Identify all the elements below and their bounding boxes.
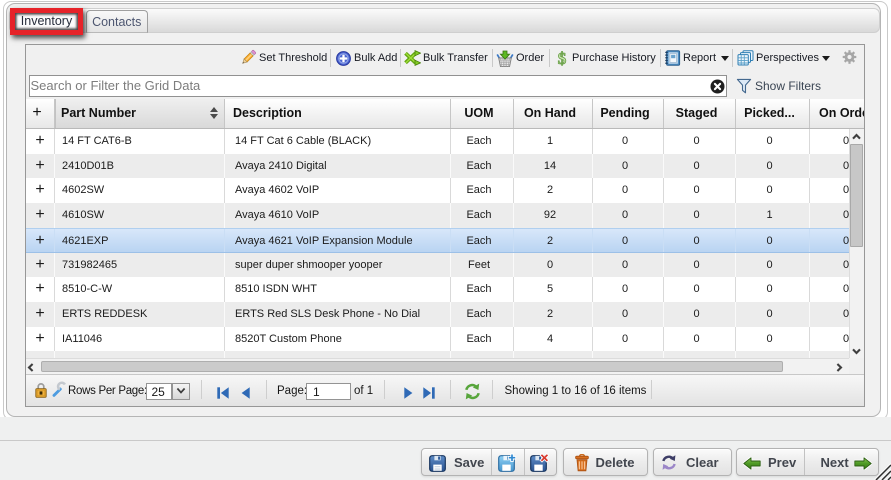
svg-text:$: $	[558, 49, 567, 68]
